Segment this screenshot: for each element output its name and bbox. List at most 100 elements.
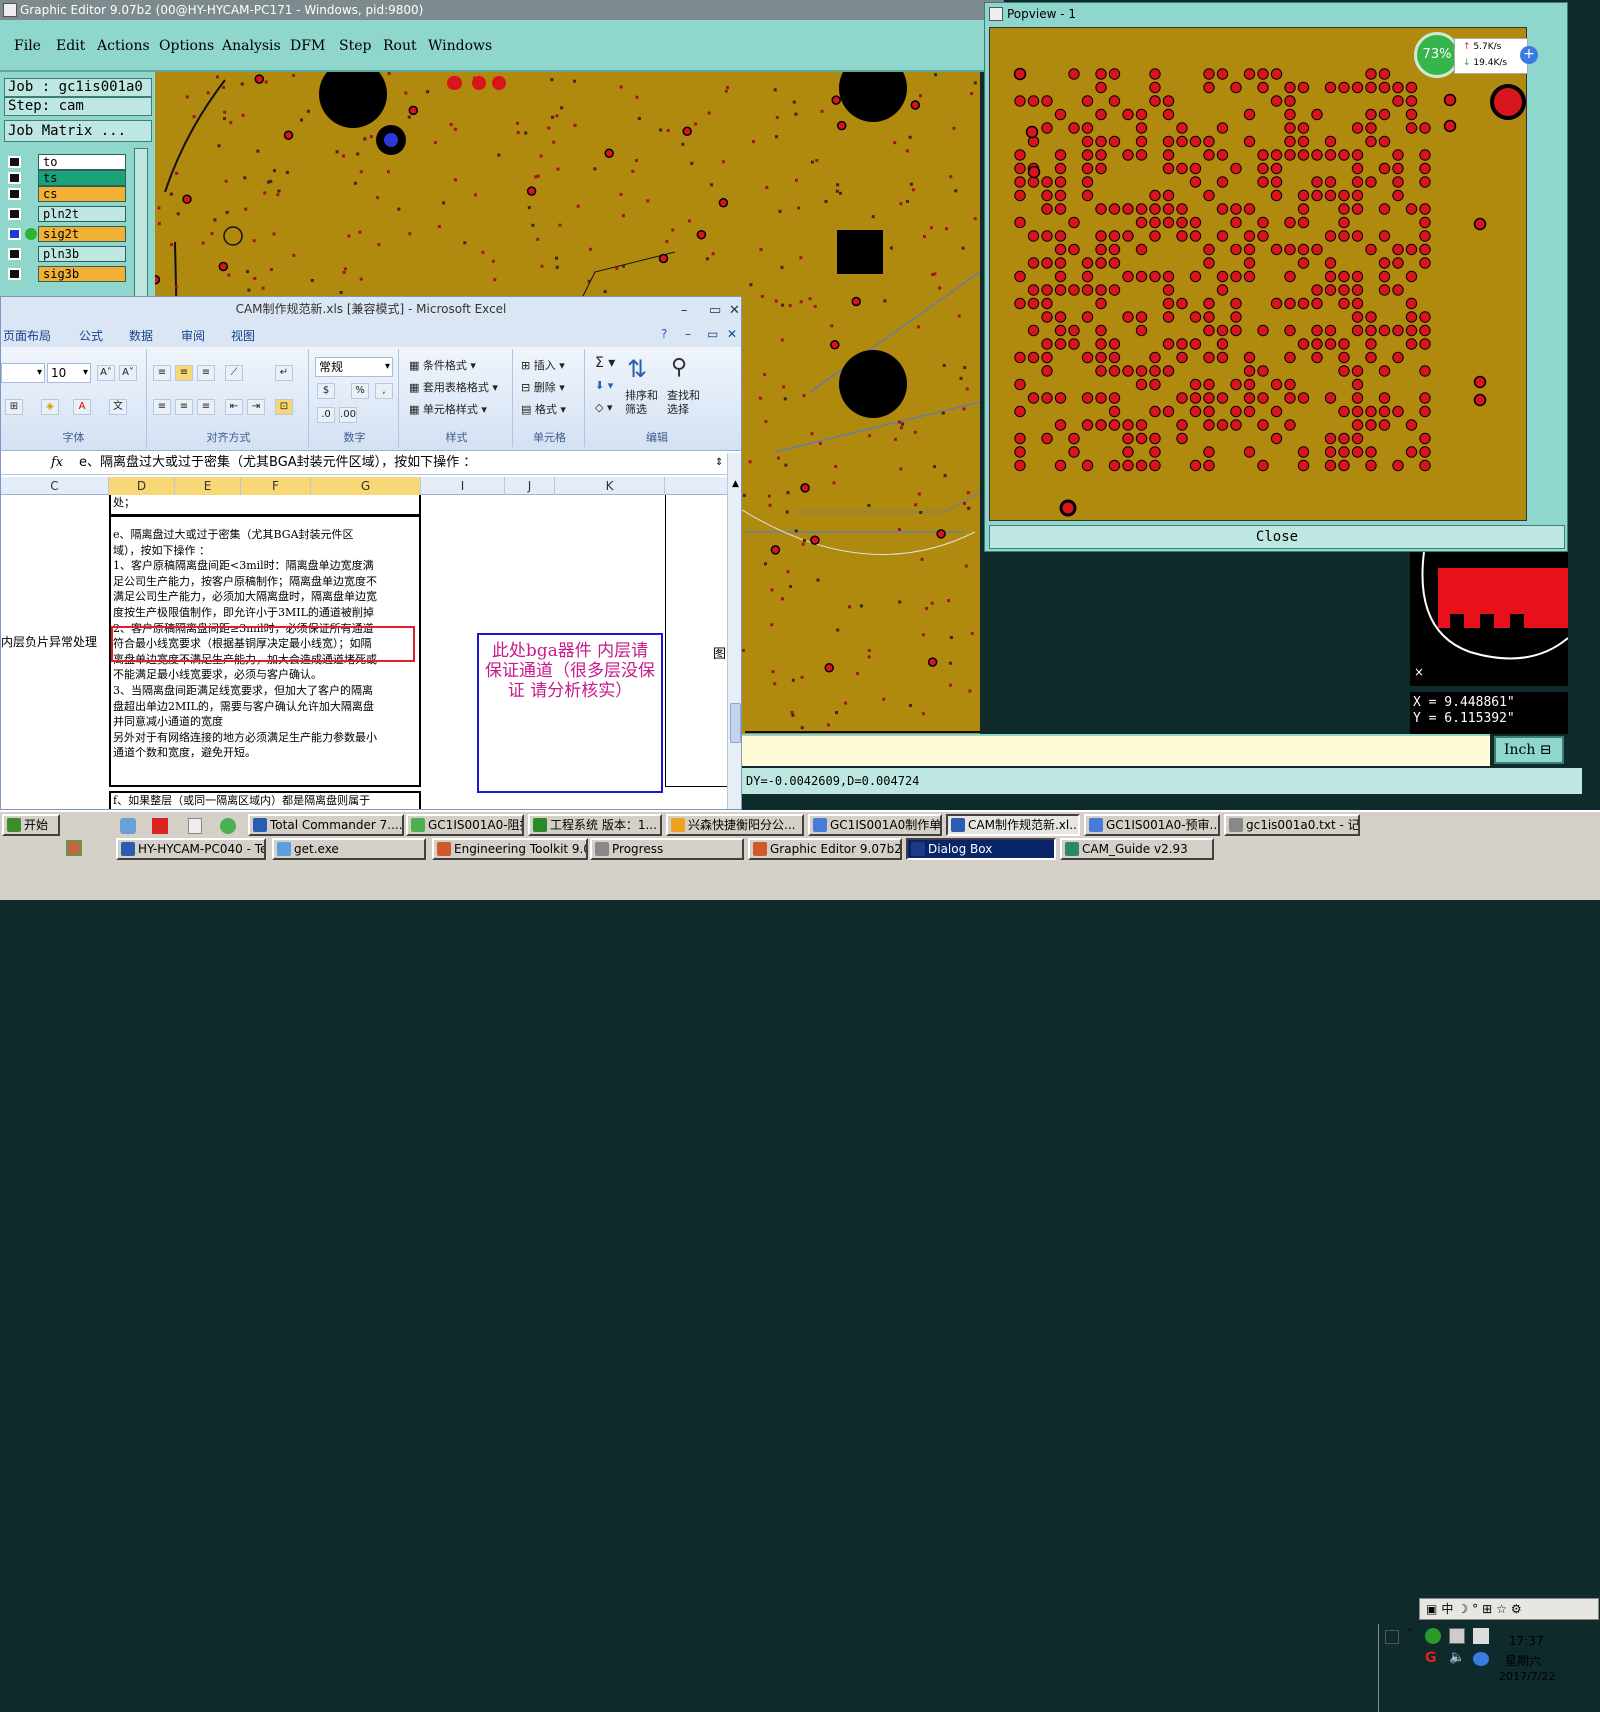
tray-app4-icon[interactable] [1473,1652,1489,1666]
graphic-editor-titlebar[interactable]: Graphic Editor 9.07b2 (00@HY-HYCAM-PC171… [0,0,1004,20]
font-color-icon[interactable]: A [73,399,91,415]
menu-analysis[interactable]: Analysis [222,38,281,54]
ribbon-close-icon[interactable]: ✕ [727,327,737,341]
decrease-indent-icon[interactable]: ⇤ [225,399,243,415]
col-header-k[interactable]: K [555,477,665,495]
table-format-button[interactable]: ▦ 套用表格格式 ▾ [409,379,498,395]
taskbar-button[interactable]: Graphic Editor 9.07b2 (0... [748,838,902,860]
taskbar-button[interactable]: gc1is001a0.txt - 记... [1224,814,1360,836]
taskbar-button[interactable]: HY-HYCAM-PC040 - Tea... [116,838,266,860]
clock-time[interactable]: 17:37 [1509,1634,1544,1648]
help-icon[interactable]: ? [661,327,667,341]
fill-icon[interactable]: ⬇ ▾ [595,379,613,392]
layer-checkbox[interactable] [8,248,21,260]
colorful-app-icon[interactable] [66,840,82,856]
layer-checkbox[interactable] [8,228,21,240]
popview-titlebar[interactable]: Popview - 1 [985,3,1567,25]
col-header-c[interactable]: C [1,477,109,495]
tab-formulas[interactable]: 公式 [79,327,103,344]
comma-icon[interactable]: , [375,383,393,399]
command-input[interactable] [742,734,1490,766]
taskbar-button[interactable]: CAM制作规范新.xl... [946,814,1080,836]
align-right-icon[interactable]: ≡ [197,399,215,415]
tab-view[interactable]: 视图 [231,327,255,344]
col-header-i[interactable]: I [421,477,505,495]
currency-icon[interactable]: $ [317,383,335,399]
ribbon-minimize-icon[interactable]: – [685,327,691,341]
job-matrix-button[interactable]: Job Matrix ... [4,120,152,142]
taskbar-button[interactable]: CAM_Guide v2.93 [1060,838,1214,860]
tray-app3-icon[interactable] [1473,1628,1489,1644]
taskbar-button[interactable]: get.exe [272,838,426,860]
cell-top[interactable]: 处； [109,495,421,515]
formula-input[interactable]: e、隔离盘过大或过于密集（尤其BGA封装元件区域），按如下操作 ： [79,453,476,473]
percent-icon[interactable]: % [351,383,369,399]
close-button[interactable]: Close [989,525,1565,549]
layer-scrollbar[interactable] [134,148,148,308]
cell-category[interactable]: 内层负片异常处理 [1,633,109,650]
tab-data[interactable]: 数据 [129,327,153,344]
layer-checkbox[interactable] [8,208,21,220]
conditional-format-button[interactable]: ▦ 条件格式 ▾ [409,357,476,373]
mini-view[interactable]: × [1410,551,1569,686]
tab-review[interactable]: 审阅 [181,327,205,344]
tray-g-icon[interactable]: G [1425,1650,1437,1666]
shrink-font-icon[interactable]: A˅ [119,365,137,381]
increase-indent-icon[interactable]: ⇥ [247,399,265,415]
taskbar-button[interactable]: GC1IS001A0-预审... [1084,814,1220,836]
layer-row[interactable]: ts [8,170,126,186]
layer-checkbox[interactable] [8,172,21,184]
align-bottom-icon[interactable]: ≡ [197,365,215,381]
menu-rout[interactable]: Rout [383,38,417,54]
number-format-dropdown[interactable]: 常规 ▾ [315,357,393,377]
layer-row[interactable]: cs [8,186,126,202]
increase-decimal-icon[interactable]: .0 [317,407,335,423]
wrap-text-icon[interactable]: ↵ [275,365,293,381]
sort-filter-label[interactable]: 排序和 筛选 [625,389,658,417]
start-button[interactable]: 开始 [2,814,60,836]
taskbar-button[interactable]: Engineering Toolkit 9.07... [432,838,588,860]
taskbar-button[interactable]: GC1IS001A0-阻抗设... [406,814,524,836]
scroll-up-icon[interactable]: ▲ [729,479,741,492]
formula-expand-icon[interactable]: ⇕ [715,453,723,473]
col-header-f[interactable]: F [241,477,311,495]
quicklaunch-browser-icon[interactable] [220,818,236,834]
excel-titlebar[interactable]: CAM制作规范新.xls [兼容模式] - Microsoft Excel – … [1,297,741,321]
col-header-g[interactable]: G [311,477,421,495]
sheet-grid[interactable]: 处； 内层负片异常处理 e、隔离盘过大或过于密集（尤其BGA封装元件区 域），按如… [1,495,727,809]
delete-button[interactable]: ⊟ 删除 ▾ [521,379,565,395]
orientation-icon[interactable]: ⟋ [225,365,243,381]
borders-icon[interactable]: ⊞ [5,399,23,415]
tray-network-icon[interactable] [1385,1630,1399,1644]
decrease-decimal-icon[interactable]: .00 [339,407,357,423]
layer-row[interactable]: pln3b [8,246,126,262]
close-icon[interactable]: ✕ [729,299,740,323]
vertical-scrollbar[interactable]: ▲ [727,453,741,809]
col-header-j[interactable]: J [505,477,555,495]
tab-page-layout[interactable]: 页面布局 [3,327,51,344]
layer-checkbox[interactable] [8,268,21,280]
autosum-icon[interactable]: Σ ▾ [595,355,615,371]
layer-row[interactable]: sig3b [8,266,126,282]
minimize-icon[interactable]: – [681,299,688,323]
tray-app2-icon[interactable] [1449,1628,1465,1644]
tray-expand-icon[interactable]: ˄ [1407,1628,1412,1639]
col-header-e[interactable]: E [175,477,241,495]
layer-checkbox[interactable] [8,188,21,200]
find-select-label[interactable]: 查找和 选择 [667,389,700,417]
ime-toolbar[interactable]: ▣中☽°⊞☆⚙ [1419,1598,1599,1620]
align-left-icon[interactable]: ≡ [153,399,171,415]
taskbar-button[interactable]: Dialog Box [906,838,1056,860]
menu-dfm[interactable]: DFM [290,38,325,54]
layer-row[interactable]: pln2t [8,206,126,222]
taskbar-button[interactable]: 兴森快捷衡阳分公... [666,814,804,836]
insert-button[interactable]: ⊞ 插入 ▾ [521,357,565,373]
network-speed-widget[interactable]: 73% ↑ 5.7K/s ↓ 19.4K/s + [1414,32,1538,80]
col-header-d[interactable]: D [109,477,175,495]
ribbon-restore-icon[interactable]: ▭ [707,327,718,341]
menu-windows[interactable]: Windows [428,38,492,54]
maximize-icon[interactable]: ▭ [709,299,721,323]
taskbar-button[interactable]: GC1IS001A0制作单... [808,814,942,836]
merge-center-icon[interactable]: ⊡ [275,399,293,415]
cell-style-button[interactable]: ▦ 单元格样式 ▾ [409,401,487,417]
